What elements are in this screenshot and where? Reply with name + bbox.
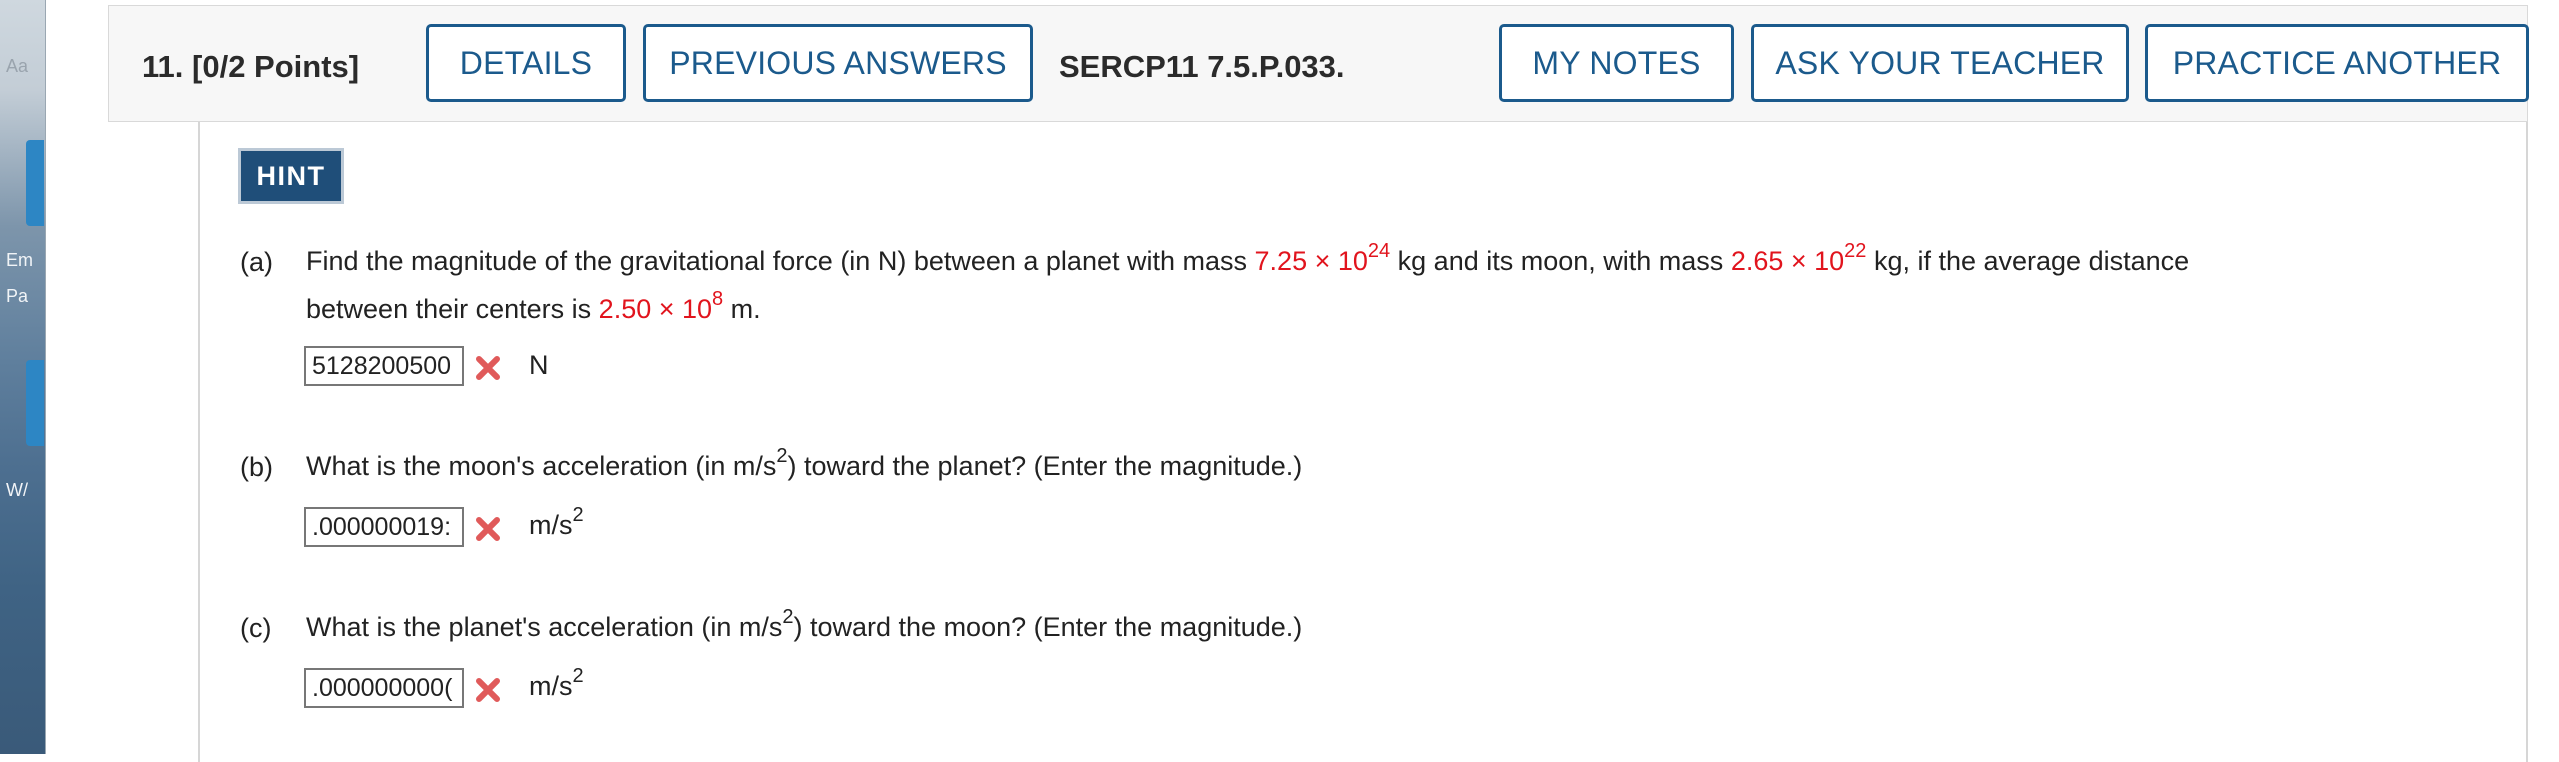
background-window-strip: Aa Em Pa W/ <box>0 0 46 754</box>
part-a-text: Find the magnitude of the gravitational … <box>306 246 1248 276</box>
background-text-fragment: W/ <box>6 480 28 500</box>
question-number: 11. <box>142 49 184 84</box>
part-c-text: ) toward the moon? (Enter the magnitude.… <box>793 612 1303 642</box>
moon-mass-value: 2.65 × 1022 <box>1730 240 1867 276</box>
planet-mass-value: 7.25 × 1024 <box>1254 240 1391 276</box>
part-b-text: ) toward the planet? (Enter the magnitud… <box>787 451 1303 481</box>
question-points: [0/2 Points] <box>192 49 360 84</box>
part-a-unit: N <box>529 350 549 380</box>
part-a-text: kg, if the average distance <box>1873 246 2190 276</box>
part-b-unit: m/s2 <box>529 504 584 540</box>
x-mark-icon <box>476 356 500 380</box>
part-c-question: What is the planet's acceleration (in m/… <box>306 603 1302 652</box>
background-tab <box>26 140 44 226</box>
part-c-label: (c) <box>240 613 272 643</box>
part-c-exponent: 2 <box>782 606 794 628</box>
x-mark-icon <box>476 517 500 541</box>
ask-your-teacher-button[interactable]: ASK YOUR TEACHER <box>1751 24 2129 102</box>
part-a-text: kg and its moon, with mass <box>1397 246 1724 276</box>
part-b-text: What is the moon's acceleration (in m/s <box>306 451 777 481</box>
part-a-text: between their centers is <box>306 294 592 324</box>
background-text-fragment: Aa <box>6 56 29 76</box>
background-text-fragment: Em <box>6 250 33 270</box>
my-notes-button[interactable]: MY NOTES <box>1499 24 1734 102</box>
part-a-text: m. <box>730 294 761 324</box>
part-c-unit: m/s2 <box>529 665 584 701</box>
part-a-label: (a) <box>240 247 273 277</box>
previous-answers-button[interactable]: PREVIOUS ANSWERS <box>643 24 1033 102</box>
part-c-text: What is the planet's acceleration (in m/… <box>306 612 783 642</box>
part-b-exponent: 2 <box>776 445 788 467</box>
question-header: 11. [0/2 Points] DETAILS PREVIOUS ANSWER… <box>108 5 2529 122</box>
background-text-fragment: Pa <box>6 286 29 306</box>
practice-another-button[interactable]: PRACTICE ANOTHER <box>2145 24 2529 102</box>
x-mark-icon <box>476 678 500 702</box>
hint-button[interactable]: HINT <box>238 148 344 204</box>
part-c-answer-input[interactable]: .000000000( <box>304 668 464 708</box>
distance-value: 2.50 × 108 <box>598 288 724 324</box>
question-code: SERCP11 7.5.P.033. <box>1059 49 1345 84</box>
part-a-question: Find the magnitude of the gravitational … <box>306 237 2506 286</box>
part-a-question-line2: between their centers is 2.50 × 108 m. <box>306 285 761 334</box>
part-b-answer-input[interactable]: .000000019: <box>304 507 464 547</box>
details-button[interactable]: DETAILS <box>426 24 626 102</box>
part-b-label: (b) <box>240 452 273 482</box>
question-title: 11. [0/2 Points] <box>142 49 359 85</box>
background-tab <box>26 360 44 446</box>
part-a-answer-input[interactable]: 5128200500 <box>304 346 464 386</box>
part-b-question: What is the moon's acceleration (in m/s2… <box>306 442 1302 491</box>
